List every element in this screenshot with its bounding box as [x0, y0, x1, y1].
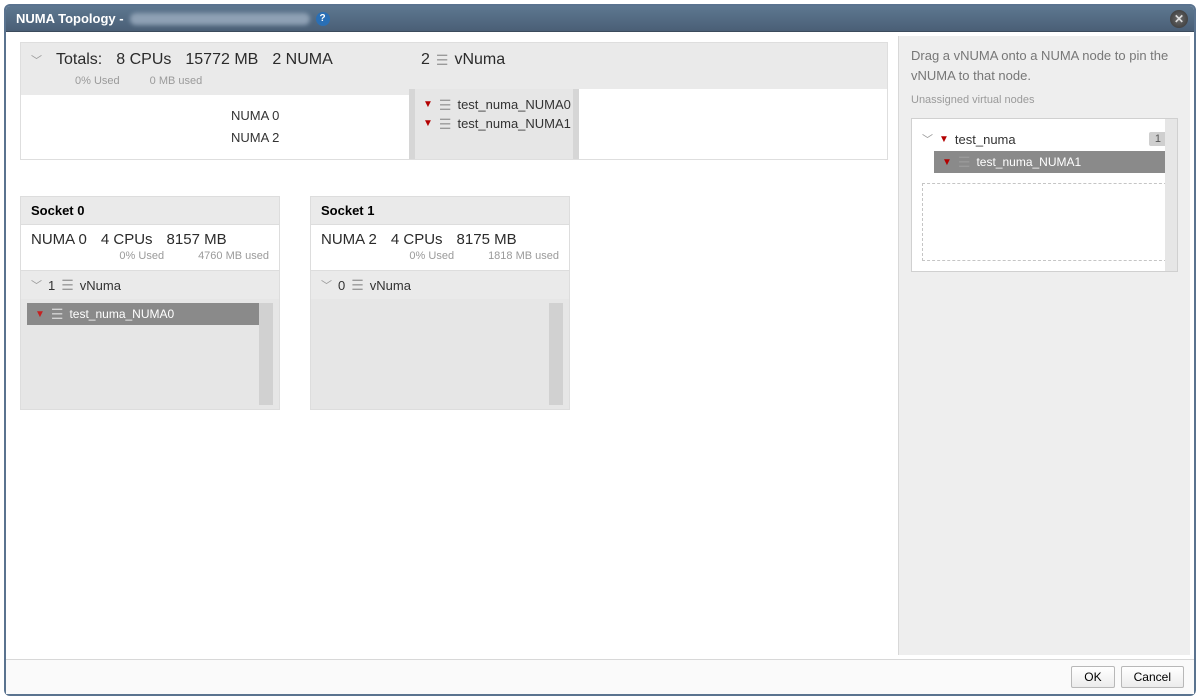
virtual-nodes-panel: ﹀ ▼ test_numa 1 ▼ ☰ test_numa_NUMA1 [911, 118, 1178, 272]
tree-child-label: test_numa_NUMA1 [976, 155, 1081, 169]
chevron-down-icon[interactable]: ﹀ [31, 52, 42, 68]
socket-node: NUMA 2 [321, 231, 377, 248]
numa-node-item: NUMA 2 [231, 127, 397, 149]
chevron-down-icon[interactable]: ﹀ [321, 277, 332, 293]
totals-mem-used: 0 MB used [150, 75, 203, 87]
titlebar[interactable]: NUMA Topology - ? ✕ [6, 6, 1194, 32]
totals-mem: 15772 MB [185, 51, 258, 69]
socket-vnuma-label: vNuma [80, 278, 121, 293]
vnuma-item-label: test_numa_NUMA1 [457, 116, 570, 131]
stack-icon: ☰ [439, 98, 452, 112]
dialog-title: NUMA Topology - [16, 11, 124, 26]
socket-vnuma-count: 0 [338, 278, 345, 293]
triangle-down-icon: ▼ [942, 157, 952, 168]
stack-icon: ☰ [51, 307, 64, 321]
chevron-down-icon[interactable]: ﹀ [31, 277, 42, 293]
main-area: ﹀ Totals: 8 CPUs 15772 MB 2 NUMA 0% Used… [10, 36, 898, 655]
socket-mem-used: 1818 MB used [488, 250, 559, 262]
socket-title: Socket 0 [21, 197, 279, 225]
totals-numa: 2 NUMA [272, 51, 332, 69]
side-panel: Drag a vNUMA onto a NUMA node to pin the… [898, 36, 1190, 655]
triangle-down-icon: ▼ [939, 134, 949, 145]
socket-pct-used: 0% Used [119, 250, 164, 262]
stack-icon: ☰ [61, 278, 74, 292]
socket-cpus: 4 CPUs [391, 231, 443, 248]
chevron-down-icon[interactable]: ﹀ [922, 131, 933, 147]
ok-button[interactable]: OK [1071, 666, 1114, 688]
vnuma-item-label: test_numa_NUMA0 [457, 97, 570, 112]
socket-pct-used: 0% Used [409, 250, 454, 262]
socket-node: NUMA 0 [31, 231, 87, 248]
dialog-footer: OK Cancel [6, 659, 1194, 694]
numa-node-list: NUMA 0 NUMA 2 [21, 95, 409, 159]
tree-child[interactable]: ▼ ☰ test_numa_NUMA1 [934, 151, 1169, 173]
totals-label: Totals: [56, 51, 102, 69]
stack-icon: ☰ [351, 278, 364, 292]
socket-cpus: 4 CPUs [101, 231, 153, 248]
socket-dropzone[interactable]: ▼ ☰ test_numa_NUMA0 [21, 299, 279, 409]
socket-vnuma-header[interactable]: ﹀ 0 ☰ vNuma [311, 270, 569, 299]
socket-vnuma-count: 1 [48, 278, 55, 293]
triangle-down-icon: ▼ [423, 99, 433, 110]
triangle-down-icon: ▼ [423, 118, 433, 129]
vnuma-item[interactable]: ▼ ☰ test_numa_NUMA0 [423, 95, 565, 114]
totals-pct-used: 0% Used [75, 75, 120, 87]
pinned-vnuma[interactable]: ▼ ☰ test_numa_NUMA0 [27, 303, 259, 325]
scrollbar[interactable] [549, 303, 563, 405]
socket-panel: Socket 0 NUMA 0 4 CPUs 8157 MB 0% Used 4… [20, 196, 280, 410]
scrollbar[interactable] [1165, 119, 1177, 271]
side-hint: Drag a vNUMA onto a NUMA node to pin the… [911, 46, 1178, 86]
side-subtitle: Unassigned virtual nodes [911, 94, 1178, 106]
dialog: NUMA Topology - ? ✕ ﹀ Totals: 8 CPUs 157… [4, 4, 1196, 696]
socket-vnuma-label: vNuma [370, 278, 411, 293]
close-icon[interactable]: ✕ [1170, 10, 1188, 28]
socket-title: Socket 1 [311, 197, 569, 225]
socket-mem: 8175 MB [457, 231, 517, 248]
socket-dropzone[interactable] [311, 299, 569, 409]
stack-icon: ☰ [958, 155, 971, 169]
socket-vnuma-header[interactable]: ﹀ 1 ☰ vNuma [21, 270, 279, 299]
dialog-body: ﹀ Totals: 8 CPUs 15772 MB 2 NUMA 0% Used… [6, 32, 1194, 659]
totals-cpus: 8 CPUs [116, 51, 171, 69]
vnuma-label: vNuma [454, 51, 505, 69]
socket-panel: Socket 1 NUMA 2 4 CPUs 8175 MB 0% Used 1… [310, 196, 570, 410]
tree-root[interactable]: ﹀ ▼ test_numa 1 [920, 127, 1169, 151]
unassigned-dropzone[interactable] [922, 183, 1167, 261]
socket-mem: 8157 MB [167, 231, 227, 248]
vnuma-item[interactable]: ▼ ☰ test_numa_NUMA1 [423, 114, 565, 133]
totals-sub: 0% Used 0 MB used [21, 73, 409, 95]
vnuma-list[interactable]: ▼ ☰ test_numa_NUMA0 ▼ ☰ test_numa_NUMA1 [409, 89, 579, 159]
totals-block: ﹀ Totals: 8 CPUs 15772 MB 2 NUMA 0% Used… [20, 42, 888, 160]
stack-icon: ☰ [439, 117, 452, 131]
help-icon[interactable]: ? [316, 12, 330, 26]
hostname-blurred [130, 13, 310, 25]
socket-mem-used: 4760 MB used [198, 250, 269, 262]
vnuma-count: 2 [421, 51, 430, 69]
numa-node-item: NUMA 0 [231, 105, 397, 127]
pinned-vnuma-label: test_numa_NUMA0 [69, 307, 174, 321]
totals-header: ﹀ Totals: 8 CPUs 15772 MB 2 NUMA [21, 43, 409, 73]
cancel-button[interactable]: Cancel [1121, 666, 1184, 688]
sockets-row: Socket 0 NUMA 0 4 CPUs 8157 MB 0% Used 4… [20, 196, 888, 410]
scrollbar[interactable] [259, 303, 273, 405]
tree-root-label: test_numa [955, 132, 1016, 147]
triangle-down-icon: ▼ [35, 309, 45, 320]
stack-icon: ☰ [436, 53, 449, 67]
vnuma-header: 2 ☰ vNuma [409, 43, 887, 89]
